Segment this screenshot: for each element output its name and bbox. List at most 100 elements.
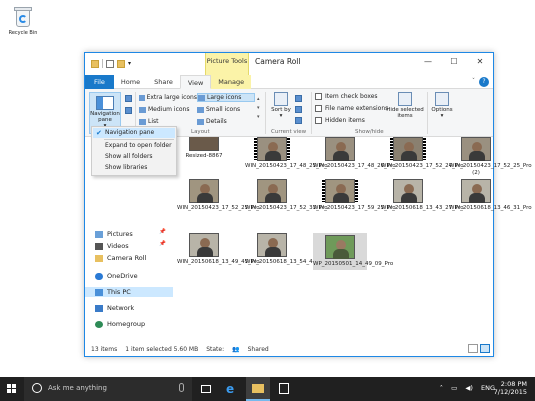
nav-item-onedrive[interactable]: OneDrive [95,271,138,281]
file-item[interactable]: WIN_20150423_17_59_25_Pro [313,179,396,212]
file-item[interactable]: WIN_20150423_17_52_33_Pro [245,179,328,212]
selection-info: 1 item selected 5.60 MB [125,345,199,353]
sort-icon [274,92,288,106]
layout-gallery: Extra large icons Large icons Medium ico… [139,93,255,126]
file-item[interactable]: WIN_20150618_13_49_45_Pro [177,233,260,266]
new-folder-icon[interactable] [117,59,125,68]
menu-item-show-libraries[interactable]: Show libraries [93,163,175,173]
pin-icon[interactable]: 📌 [159,229,166,235]
nav-item-videos[interactable]: Videos [95,241,129,251]
nav-item-this-pc[interactable]: This PC [85,287,173,297]
tab-file[interactable]: File [85,75,114,89]
pin-icon[interactable]: 📌 [159,241,166,247]
layout-small-icons[interactable]: Small icons [197,105,255,114]
group-by-icon[interactable] [295,95,302,102]
status-bar: 13 items 1 item selected 5.60 MB State: … [85,342,493,356]
file-name-extensions-checkbox[interactable]: File name extensions [315,105,388,112]
nav-item-homegroup[interactable]: Homegroup [95,319,145,329]
task-view-icon[interactable] [194,377,218,401]
title-bar: ▾ Picture Tools Camera Roll — ☐ ✕ [85,53,493,75]
size-columns-icon[interactable] [295,117,302,124]
tab-manage[interactable]: Manage [211,75,252,89]
chevron-up-icon[interactable]: ˄ [440,384,443,392]
tab-share[interactable]: Share [147,75,180,89]
details-pane-icon[interactable] [125,107,132,114]
shared-icon: 👥 [232,345,240,353]
hide-icon [398,92,412,106]
file-explorer-taskbar-icon[interactable] [246,377,270,401]
clock[interactable]: 2:08 PM 7/12/2015 [494,380,527,396]
hide-selected-items-button[interactable]: Hide selected items [385,89,425,119]
photo-thumbnail [461,137,491,161]
file-item-selected[interactable]: WP_20150501_14_49_09_Pro [313,233,393,270]
menu-item-navigation-pane[interactable]: ✔ Navigation pane [93,128,175,138]
file-item[interactable]: Resized-8867 [177,137,231,160]
file-item[interactable]: WIN_20150423_17_48_25_Pro [245,137,328,170]
tab-home[interactable]: Home [114,75,147,89]
nav-item-camera-roll[interactable]: Camera Roll [95,253,146,263]
properties-icon[interactable] [106,59,114,68]
photo-thumbnail [325,235,355,259]
options-button[interactable]: Options ▾ [429,89,455,119]
layout-medium-icons[interactable]: Medium icons [139,105,197,114]
photo-thumbnail [189,137,219,151]
layout-scroll-arrows[interactable]: ▴ ▾ ▾ [257,95,260,122]
start-button[interactable] [0,377,24,401]
menu-item-show-all-folders[interactable]: Show all folders [93,152,175,162]
show-hide-group-label: Show/hide [355,129,384,135]
recycle-bin-desktop-icon[interactable]: Recycle Bin [6,6,40,36]
preview-pane-icon[interactable] [125,95,132,102]
collapse-ribbon-icon[interactable]: ˇ [472,78,475,85]
layout-extra-large-icons[interactable]: Extra large icons [139,93,197,102]
file-item[interactable]: WIN_20150423_17_48_26_Pro [313,137,396,170]
layout-list[interactable]: List [139,117,197,126]
help-icon[interactable]: ? [479,77,489,87]
hidden-items-checkbox[interactable]: Hidden items [315,117,365,124]
menu-item-expand-to-open-folder[interactable]: Expand to open folder [93,141,175,151]
add-columns-icon[interactable] [295,106,302,113]
file-item[interactable]: WIN_20150423_17_52_25_Pro [177,179,260,212]
store-icon[interactable] [272,377,296,401]
current-view-group-label: Current view [271,129,307,135]
state-value: Shared [247,345,269,353]
state-label: State: [206,345,225,353]
cortana-search-box[interactable]: Ask me anything [24,377,192,401]
window-title: Camera Roll [255,57,301,66]
large-icons-view-button[interactable] [480,344,490,353]
volume-icon[interactable]: ◀) [465,384,473,392]
microphone-icon[interactable] [179,383,184,392]
maximize-button[interactable]: ☐ [441,53,467,71]
file-item[interactable]: WIN_20150423_17_52_25_Pro (2) [449,137,532,176]
nav-item-network[interactable]: Network [95,303,134,313]
item-check-boxes-checkbox[interactable]: Item check boxes [315,93,378,100]
recycle-bin-label: Recycle Bin [8,30,38,36]
details-view-button[interactable] [468,344,478,353]
file-item[interactable]: WIN_20150423_17_52_24_Pro [381,137,464,170]
cortana-icon [32,383,42,393]
edge-browser-icon[interactable]: e [220,377,244,401]
sort-by-button[interactable]: Sort by ▾ [271,89,291,119]
minimize-button[interactable]: — [415,53,441,71]
video-thumbnail [322,179,358,203]
photo-thumbnail [393,179,423,203]
navigation-pane-icon [96,96,114,110]
ribbon-tabs: File Home Share View Manage ˇ ? [85,75,493,89]
network-icon[interactable]: ▭ [451,384,457,392]
options-icon [435,92,449,106]
photo-thumbnail [189,179,219,203]
tab-view[interactable]: View [179,75,212,89]
qat-dropdown-icon[interactable]: ▾ [128,60,131,68]
layout-large-icons[interactable]: Large icons [197,93,255,102]
file-item[interactable]: WIN_20150618_13_46_31_Pro [449,179,532,212]
nav-item-pictures[interactable]: Pictures [95,229,133,239]
video-thumbnail [390,137,426,161]
file-item[interactable]: WIN_20150618_13_54_48_Pro [245,233,328,266]
file-explorer-window: ▾ Picture Tools Camera Roll — ☐ ✕ File H… [84,52,532,357]
navigation-pane-menu: ✔ Navigation pane Expand to open folder … [91,126,177,176]
quick-access-toolbar: ▾ [91,59,131,68]
close-button[interactable]: ✕ [467,53,493,71]
photo-thumbnail [189,233,219,257]
file-item[interactable]: WIN_20150618_13_43_27_Pro [381,179,464,212]
photo-thumbnail [257,179,287,203]
layout-details[interactable]: Details [197,117,255,126]
